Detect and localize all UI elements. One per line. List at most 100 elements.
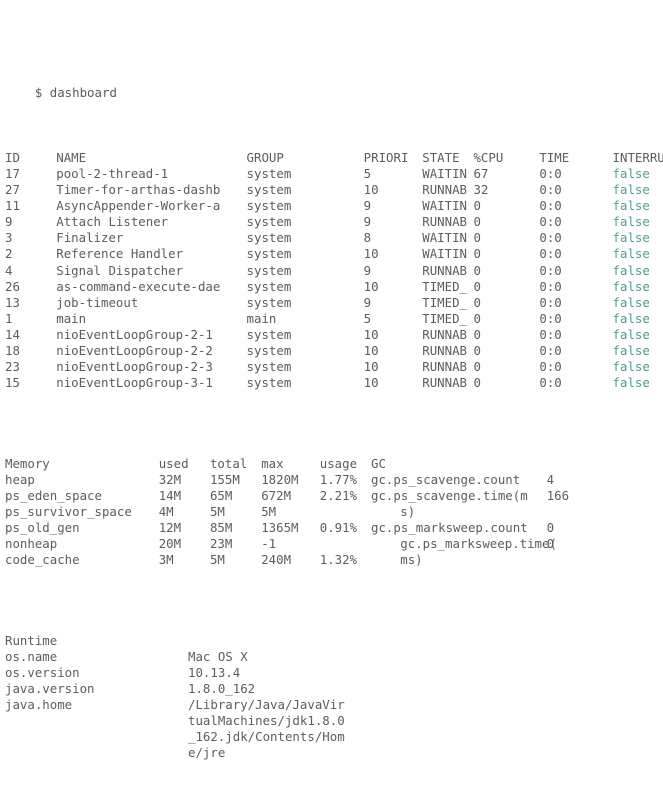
thread-name: main (56, 310, 87, 326)
thread-cpu: 0 (473, 214, 481, 230)
threads-header--cpu: %CPU (473, 149, 504, 165)
memory-used: 4M (158, 503, 174, 519)
thread-time: 0:0 (539, 375, 562, 391)
thread-interrupted: false (612, 375, 650, 391)
thread-priority: 9 (363, 198, 372, 214)
thread-cpu: 32 (473, 182, 489, 198)
runtime-property-value-continued: _162.jdk/Contents/Hom (188, 729, 345, 745)
thread-name: Reference Handler (56, 246, 184, 262)
thread-group: system (246, 165, 292, 181)
memory-total: 155M (209, 471, 240, 487)
runtime-row: java.home/Library/Java/JavaVir (5, 697, 663, 713)
thread-id: 9 (5, 214, 13, 230)
thread-priority: 10 (363, 182, 379, 198)
gc-metric-label: gc.ps_marksweep.count (371, 520, 528, 535)
memory-pool-name: heap (5, 471, 35, 487)
gc-metric-label: gc.ps_scavenge.time(m (371, 487, 528, 503)
memory-usage: 1.77% (319, 471, 358, 487)
shell-prompt-text: $ dashboard (34, 85, 117, 101)
thread-priority: 10 (363, 278, 379, 294)
thread-state: WAITIN (422, 165, 467, 181)
memory-used: 32M (158, 471, 182, 487)
memory-max: 5M (261, 503, 277, 519)
thread-time: 0:0 (539, 165, 562, 181)
memory-max: -1 (261, 536, 277, 552)
thread-group: main (246, 310, 277, 326)
thread-state: WAITIN (422, 246, 467, 262)
threads-row: 4 Signal Dispatcher system 9 RUNNAB 0 0:0 false (5, 263, 663, 279)
thread-cpu: 67 (473, 165, 489, 181)
memory-header-usage: usage (319, 455, 358, 471)
thread-group: system (246, 294, 292, 310)
threads-row: 14 nioEventLoopGroup-2-1 system 10 RUNNAB 0 0:… (5, 327, 663, 343)
thread-group: system (246, 375, 292, 391)
thread-cpu: 0 (473, 198, 481, 214)
thread-priority: 10 (363, 359, 379, 375)
threads-header-id: ID (5, 149, 20, 165)
gc-metric-label: s) (400, 503, 416, 519)
thread-interrupted: false (612, 326, 650, 342)
thread-state: RUNNAB (422, 375, 467, 391)
thread-name: Finalizer (56, 230, 124, 246)
thread-group: system (246, 326, 292, 342)
thread-cpu: 0 (473, 230, 481, 246)
gc-metric-value: 0 (546, 536, 555, 552)
thread-cpu: 0 (473, 359, 481, 375)
runtime-header-row: Runtime (5, 633, 663, 649)
memory-max: 1820M (261, 471, 299, 487)
shell-prompt-line: $ dashboard (5, 69, 663, 100)
memory-table: Memory used total max usage GC heap 32M 155M 1820… (5, 456, 663, 569)
thread-priority: 10 (363, 375, 379, 391)
runtime-section-label: Runtime (5, 632, 58, 648)
thread-time: 0:0 (539, 326, 562, 342)
runtime-property-value-continued: e/jre (188, 745, 226, 761)
runtime-property-value: 10.13.4 (188, 664, 241, 680)
memory-used: 3M (158, 552, 174, 568)
thread-name: job-timeout (56, 294, 139, 310)
thread-cpu: 0 (473, 326, 481, 342)
threads-row: 17 pool-2-thread-1 system 5 WAITIN 67 0:0 false (5, 166, 663, 182)
thread-group: system (246, 359, 292, 375)
thread-priority: 9 (363, 294, 372, 310)
thread-time: 0:0 (539, 198, 562, 214)
thread-name: nioEventLoopGroup-2-1 (56, 326, 213, 342)
thread-time: 0:0 (539, 359, 562, 375)
runtime-property-value: Mac OS X (188, 648, 248, 664)
memory-pool-name: nonheap (5, 536, 58, 552)
runtime-row-continuation: e/jre (5, 745, 663, 761)
runtime-property-value-continued: tualMachines/jdk1.8.0 (188, 713, 345, 729)
gc-metric-value: 4 (546, 471, 555, 487)
thread-time: 0:0 (539, 342, 562, 358)
thread-state: RUNNAB (422, 342, 467, 358)
memory-pool-name: ps_eden_space (5, 487, 102, 503)
gc-metric-value: 166 (546, 487, 570, 503)
memory-row: ps_survivor_space 4M 5M 5M s) (5, 504, 663, 520)
thread-priority: 9 (363, 214, 372, 230)
thread-interrupted: false (612, 214, 650, 230)
memory-total: 85M (209, 520, 233, 535)
memory-usage: 2.21% (319, 487, 358, 503)
thread-state: TIMED_ (422, 294, 467, 310)
memory-pool-name: ps_old_gen (5, 520, 80, 535)
thread-interrupted: false (612, 262, 650, 278)
thread-id: 1 (5, 310, 13, 326)
thread-interrupted: false (612, 246, 650, 262)
thread-name: nioEventLoopGroup-2-2 (56, 342, 213, 358)
thread-interrupted: false (612, 342, 650, 358)
gc-metric-label: ms) (400, 552, 423, 568)
thread-state: TIMED_ (422, 310, 467, 326)
threads-header-name: NAME (56, 149, 87, 165)
thread-id: 27 (5, 182, 20, 198)
thread-interrupted: false (612, 294, 650, 310)
runtime-row: os.name Mac OS X (5, 649, 663, 665)
thread-group: system (246, 342, 292, 358)
memory-header-gc: GC (371, 455, 386, 471)
threads-header-time: TIME (539, 149, 570, 165)
threads-header-priori: PRIORI (363, 149, 409, 165)
thread-name: Attach Listener (56, 214, 169, 230)
threads-row: 2 Reference Handler system 10 WAITIN 0 0:0 fals… (5, 246, 663, 262)
memory-header-memory: Memory (5, 455, 50, 471)
runtime-row: os.version 10.13.4 (5, 665, 663, 681)
memory-row: ps_eden_space 14M 65M 672M 2.21% gc.ps_scaven… (5, 488, 663, 504)
thread-state: WAITIN (422, 230, 467, 246)
